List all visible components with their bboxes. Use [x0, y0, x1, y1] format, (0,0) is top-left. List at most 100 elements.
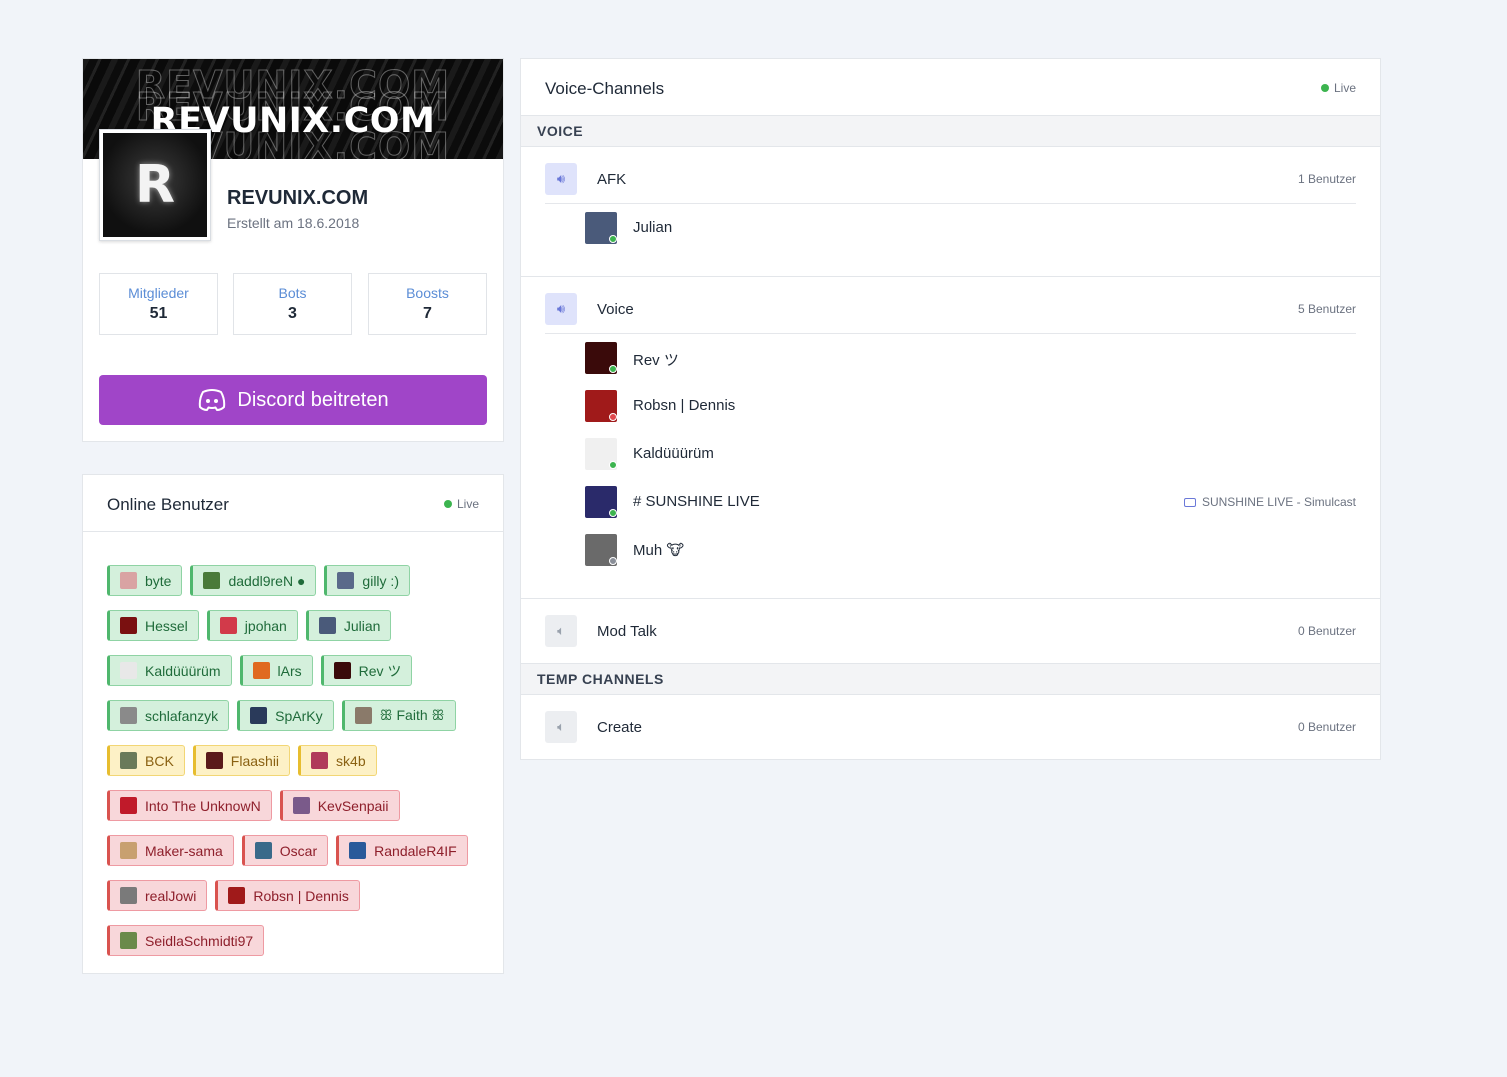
channel-user-count: 1 Benutzer [1297, 172, 1356, 186]
stat-label: Boosts [406, 285, 449, 301]
channel-name: Mod Talk [597, 623, 657, 640]
voice-member[interactable]: Muh 🐮 [585, 534, 1356, 566]
voice-member[interactable]: Robsn | Dennis [585, 390, 1356, 422]
avatar [120, 662, 137, 679]
avatar [349, 842, 367, 859]
user-chip[interactable]: ꕥ Faith ꕥ [341, 700, 456, 731]
user-name: ꕥ Faith ꕥ [379, 707, 445, 723]
voice-member[interactable]: # SUNSHINE LIVE SUNSHINE LIVE - Simulcast [585, 486, 1356, 518]
channel-user-count: 5 Benutzer [1297, 302, 1356, 316]
user-chip[interactable]: Rev ツ [320, 655, 413, 686]
divider [521, 276, 1380, 277]
user-chip[interactable]: SpArKy [237, 700, 334, 731]
user-name: Oscar [279, 842, 318, 859]
user-name: Into The UnknowN [145, 797, 261, 814]
channel-user-count: 0 Benutzer [1297, 624, 1356, 638]
user-name: daddl9reN ● [228, 572, 306, 589]
join-discord-label: Discord beitreten [237, 388, 389, 411]
divider [545, 333, 1356, 334]
user-name: SeidlaSchmidti97 [145, 932, 254, 949]
avatar [120, 707, 137, 724]
user-name: lArs [277, 662, 302, 679]
online-users-list: byte daddl9reN ● gilly :) Hessel jpohan Julia… [107, 565, 487, 956]
member-name: Julian [633, 219, 673, 236]
user-chip[interactable]: realJowi [107, 880, 208, 911]
server-card: REVUNIX.COM REVUNIX.COM REVUNIX.COM REVU… [82, 58, 504, 442]
avatar [205, 752, 223, 769]
user-name: schlafanzyk [145, 707, 219, 724]
user-name: Rev ツ [358, 662, 402, 679]
user-chip[interactable]: Into The UnknowN [107, 790, 272, 821]
status-dot-icon [609, 557, 617, 565]
voice-channels-header: Voice-Channels Live [521, 59, 1380, 116]
user-name: realJowi [145, 887, 197, 904]
user-chip[interactable]: gilly :) [324, 565, 410, 596]
user-chip[interactable]: BCK [107, 745, 185, 776]
voice-member[interactable]: Julian [585, 212, 1356, 244]
user-chip[interactable]: Kaldüüürüm [107, 655, 232, 686]
live-label: Live [456, 497, 479, 511]
stat-members: Mitglieder 51 [99, 273, 218, 335]
avatar [292, 797, 310, 814]
channel-create[interactable]: 🔈︎ Create 0 Benutzer [545, 711, 1356, 745]
user-chip[interactable]: Julian [305, 610, 392, 641]
user-name: BCK [145, 752, 174, 769]
avatar [120, 887, 137, 904]
voice-member[interactable]: Kaldüüürüm [585, 438, 1356, 470]
online-users-card: Online Benutzer Live byte daddl9reN ● gill… [82, 474, 504, 974]
user-chip[interactable]: byte [107, 565, 183, 596]
user-chip[interactable]: Robsn | Dennis [215, 880, 360, 911]
user-name: Julian [343, 617, 381, 634]
section-voice: VOICE [521, 115, 1380, 147]
avatar [252, 662, 270, 679]
online-users-title: Online Benutzer [107, 495, 229, 514]
user-chip[interactable]: Maker-sama [107, 835, 234, 866]
user-chip[interactable]: Oscar [241, 835, 329, 866]
avatar [254, 842, 272, 859]
avatar [333, 662, 351, 679]
join-discord-button[interactable]: Discord beitreten [99, 375, 487, 425]
channel-user-count: 0 Benutzer [1297, 720, 1356, 734]
user-name: jpohan [244, 617, 287, 634]
live-indicator: Live [1320, 81, 1356, 95]
status-dot-icon [609, 235, 617, 243]
member-activity: SUNSHINE LIVE - Simulcast [1183, 495, 1356, 509]
user-name: Maker-sama [145, 842, 223, 859]
server-icon: R [99, 129, 211, 241]
live-label: Live [1333, 81, 1356, 95]
user-chip[interactable]: daddl9reN ● [190, 565, 317, 596]
channel-mod-talk[interactable]: 🔈︎ Mod Talk 0 Benutzer [545, 615, 1356, 649]
user-chip[interactable]: SeidlaSchmidti97 [107, 925, 265, 956]
avatar [354, 707, 372, 724]
avatar [120, 842, 137, 859]
avatar [228, 887, 246, 904]
user-name: gilly :) [362, 572, 399, 589]
user-chip[interactable]: sk4b [298, 745, 377, 776]
user-chip[interactable]: jpohan [206, 610, 298, 641]
avatar [318, 617, 336, 634]
user-chip[interactable]: Flaashii [192, 745, 291, 776]
user-chip[interactable]: Hessel [107, 610, 199, 641]
avatar [120, 797, 137, 814]
user-name: KevSenpaii [317, 797, 389, 814]
channel-voice[interactable]: 🔊︎ Voice 5 Benutzer [545, 293, 1356, 327]
speaker-icon: 🔊︎ [545, 163, 577, 195]
user-chip[interactable]: KevSenpaii [279, 790, 400, 821]
user-name: Flaashii [230, 752, 280, 769]
channel-name: AFK [597, 171, 627, 188]
radio-icon [1183, 497, 1196, 507]
user-chip[interactable]: schlafanzyk [107, 700, 230, 731]
voice-channels-title: Voice-Channels [545, 79, 665, 98]
voice-channels-card: Voice-Channels Live VOICE 🔊︎ AFK 1 Benut… [520, 58, 1381, 760]
voice-member[interactable]: Rev ツ [585, 342, 1356, 374]
stat-value: 51 [149, 305, 168, 322]
section-temp-channels: TEMP CHANNELS [521, 663, 1380, 695]
discord-icon [199, 389, 226, 411]
user-chip[interactable]: lArs [239, 655, 313, 686]
channel-afk[interactable]: 🔊︎ AFK 1 Benutzer [545, 163, 1356, 197]
user-chip[interactable]: RandaleR4IF [336, 835, 468, 866]
avatar [311, 752, 329, 769]
user-name: RandaleR4IF [374, 842, 457, 859]
avatar [219, 617, 237, 634]
speaker-muted-icon: 🔈︎ [545, 615, 577, 647]
